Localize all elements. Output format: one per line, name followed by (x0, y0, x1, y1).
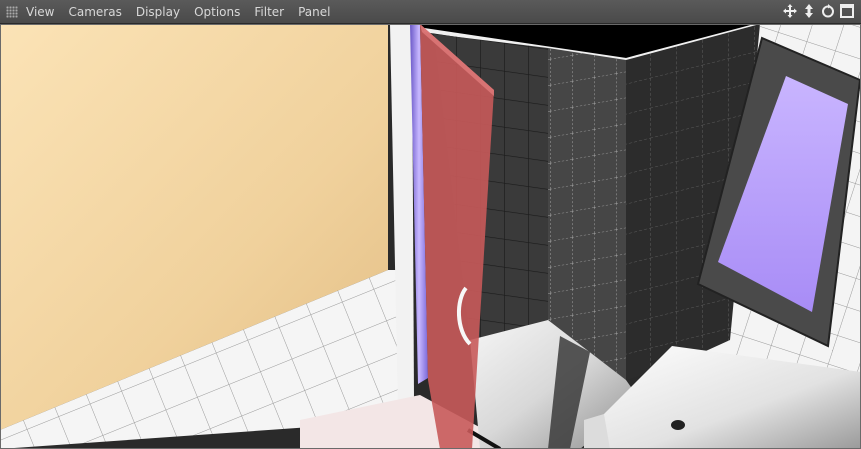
3d-viewport[interactable] (0, 24, 861, 449)
menu-filter[interactable]: Filter (254, 5, 284, 19)
menu-panel[interactable]: Panel (298, 5, 330, 19)
zoom-icon[interactable] (801, 3, 817, 19)
menu-view[interactable]: View (26, 5, 54, 19)
menu-options[interactable]: Options (194, 5, 240, 19)
bathroom-scene (0, 24, 861, 449)
menu-cameras[interactable]: Cameras (68, 5, 121, 19)
viewport-nav-icons (782, 3, 855, 19)
move-icon[interactable] (782, 3, 798, 19)
menu-display[interactable]: Display (136, 5, 180, 19)
viewport-menubar: View Cameras Display Options Filter Pane… (0, 0, 861, 24)
maximize-icon[interactable] (839, 3, 855, 19)
rotate-icon[interactable] (820, 3, 836, 19)
panel-grip-icon[interactable] (6, 5, 18, 18)
